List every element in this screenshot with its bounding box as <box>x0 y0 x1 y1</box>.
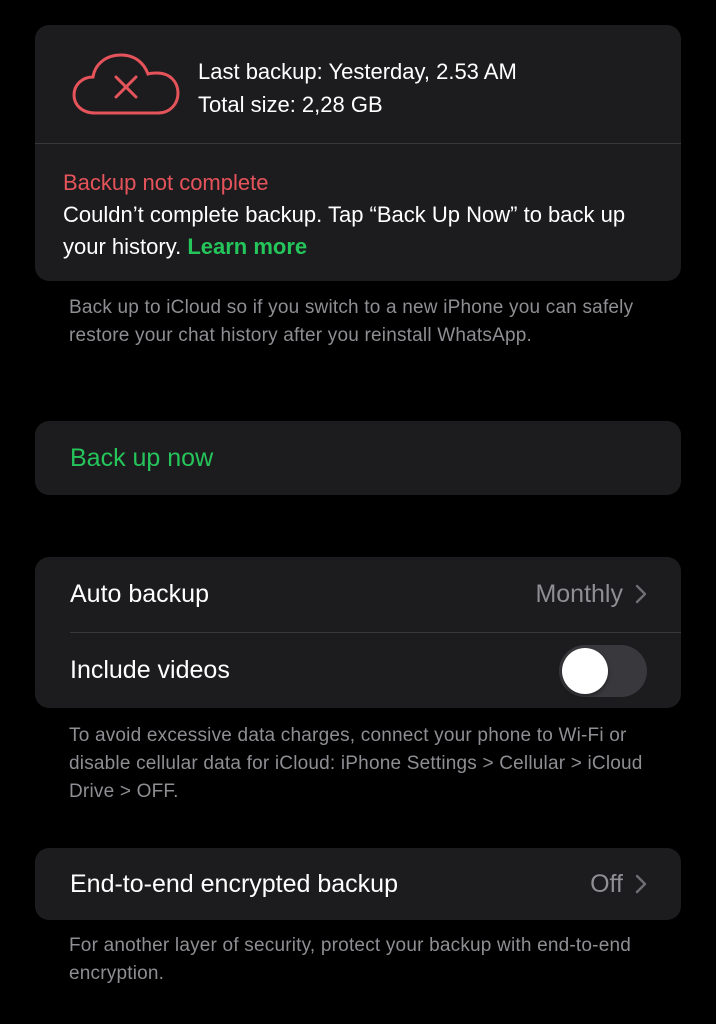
auto-backup-row[interactable]: Auto backup Monthly <box>35 557 681 632</box>
include-videos-label: Include videos <box>70 656 230 684</box>
auto-backup-value: Monthly <box>535 580 623 608</box>
include-videos-row: Include videos <box>35 633 681 708</box>
back-up-now-label: Back up now <box>70 444 214 472</box>
toggle-knob <box>562 648 608 694</box>
encrypted-backup-value: Off <box>590 870 623 898</box>
back-up-now-button[interactable]: Back up now <box>35 421 681 495</box>
backup-error: Backup not complete Couldn’t complete ba… <box>63 167 653 263</box>
encrypted-backup-label: End-to-end encrypted backup <box>70 870 398 898</box>
encryption-note: For another layer of security, protect y… <box>69 935 632 984</box>
auto-backup-label: Auto backup <box>70 580 209 608</box>
total-size-text: Total size: 2,28 GB <box>198 92 383 117</box>
backup-summary: Last backup: Yesterday, 2.53 AM Total si… <box>35 25 681 143</box>
encrypted-backup-group: End-to-end encrypted backup Off <box>35 848 681 920</box>
cloud-error-icon <box>72 53 180 115</box>
backup-error-title: Backup not complete <box>63 170 269 195</box>
learn-more-link[interactable]: Learn more <box>187 234 307 259</box>
include-videos-toggle[interactable] <box>559 645 647 697</box>
chevron-right-icon <box>635 874 647 894</box>
backup-settings-group: Auto backup Monthly Include videos <box>35 557 681 708</box>
cellular-note: To avoid excessive data charges, connect… <box>69 725 643 802</box>
backup-info: Last backup: Yesterday, 2.53 AM Total si… <box>198 55 517 121</box>
chevron-right-icon <box>635 584 647 604</box>
backup-status-card: Last backup: Yesterday, 2.53 AM Total si… <box>35 25 681 281</box>
divider <box>35 143 681 144</box>
encrypted-backup-row[interactable]: End-to-end encrypted backup Off <box>35 848 681 920</box>
last-backup-text: Last backup: Yesterday, 2.53 AM <box>198 59 517 84</box>
backup-settings-page: Last backup: Yesterday, 2.53 AM Total si… <box>0 0 716 1024</box>
backup-error-text: Couldn’t complete backup. Tap “Back Up N… <box>63 202 626 259</box>
icloud-note: Back up to iCloud so if you switch to a … <box>69 297 634 346</box>
backup-error-message: Couldn’t complete backup. Tap “Back Up N… <box>63 199 653 263</box>
